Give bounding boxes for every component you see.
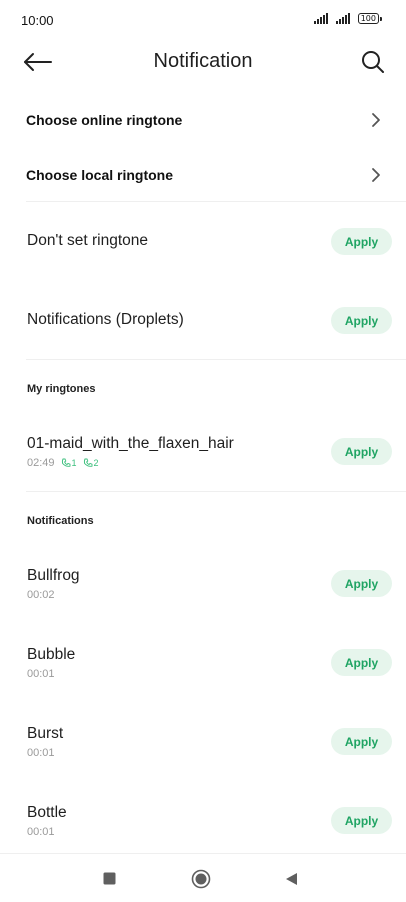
page-title: Notification <box>153 50 253 72</box>
apply-button[interactable]: Apply <box>331 228 392 255</box>
list-item[interactable]: Burst 00:01 Apply <box>0 715 406 771</box>
list-item[interactable]: Notifications (Droplets) Apply <box>0 290 406 352</box>
tone-duration: 00:01 <box>27 747 55 759</box>
section-header-my-ringtones: My ringtones <box>27 383 96 395</box>
recents-square-icon[interactable] <box>103 872 116 885</box>
chevron-right-icon <box>372 167 380 182</box>
tone-duration: 02:49 <box>27 457 55 469</box>
choose-online-ringtone-row[interactable]: Choose online ringtone <box>0 92 406 147</box>
status-bar: 10:00 100 <box>0 0 406 40</box>
list-item[interactable]: 01-maid_with_the_flaxen_hair 02:49 1 2 A… <box>0 425 406 481</box>
home-circle-icon[interactable] <box>191 869 211 889</box>
list-item[interactable]: Bubble 00:01 Apply <box>0 636 406 692</box>
battery-level: 100 <box>357 13 379 24</box>
apply-button[interactable]: Apply <box>331 728 392 755</box>
tone-name: Burst <box>27 725 64 742</box>
tone-duration: 00:01 <box>27 826 55 838</box>
tone-name: Bullfrog <box>27 567 80 584</box>
apply-button[interactable]: Apply <box>331 307 392 334</box>
tone-name: Bubble <box>27 646 76 663</box>
apply-button[interactable]: Apply <box>331 649 392 676</box>
section-header-notifications: Notifications <box>27 515 94 527</box>
apply-button[interactable]: Apply <box>331 807 392 834</box>
sim1-label: 1 <box>71 458 77 468</box>
header: Notification <box>0 40 406 86</box>
search-icon[interactable] <box>360 49 386 75</box>
apply-button[interactable]: Apply <box>331 570 392 597</box>
chevron-right-icon <box>372 112 380 127</box>
status-icons: 100 <box>313 13 382 24</box>
status-time: 10:00 <box>21 13 54 28</box>
back-triangle-icon[interactable] <box>285 872 298 886</box>
navigation-bar <box>0 854 406 902</box>
choose-local-ringtone-row[interactable]: Choose local ringtone <box>0 147 406 202</box>
option-label: Choose local ringtone <box>26 166 174 183</box>
tone-name: 01-maid_with_the_flaxen_hair <box>27 435 234 452</box>
tone-duration: 00:01 <box>27 668 55 680</box>
list-item[interactable]: Don't set ringtone Apply <box>0 210 406 272</box>
sim2-phone-icon: 2 <box>83 458 99 468</box>
sim1-phone-icon: 1 <box>61 458 77 468</box>
battery-icon: 100 <box>357 13 382 24</box>
tone-name: Notifications (Droplets) <box>27 311 184 328</box>
list-item[interactable]: Bottle 00:01 Apply <box>0 794 406 850</box>
apply-button[interactable]: Apply <box>331 438 392 465</box>
sim2-label: 2 <box>93 458 99 468</box>
option-label: Choose online ringtone <box>26 111 183 128</box>
divider <box>26 491 406 492</box>
tone-name: Don't set ringtone <box>27 232 149 249</box>
tone-duration: 00:02 <box>27 589 55 601</box>
divider <box>26 201 406 202</box>
tone-name: Bottle <box>27 804 67 821</box>
signal-icon-2 <box>335 13 350 24</box>
divider <box>26 359 406 360</box>
signal-icon <box>313 13 328 24</box>
tone-meta: 02:49 1 2 <box>27 457 99 469</box>
list-item[interactable]: Bullfrog 00:02 Apply <box>0 557 406 613</box>
